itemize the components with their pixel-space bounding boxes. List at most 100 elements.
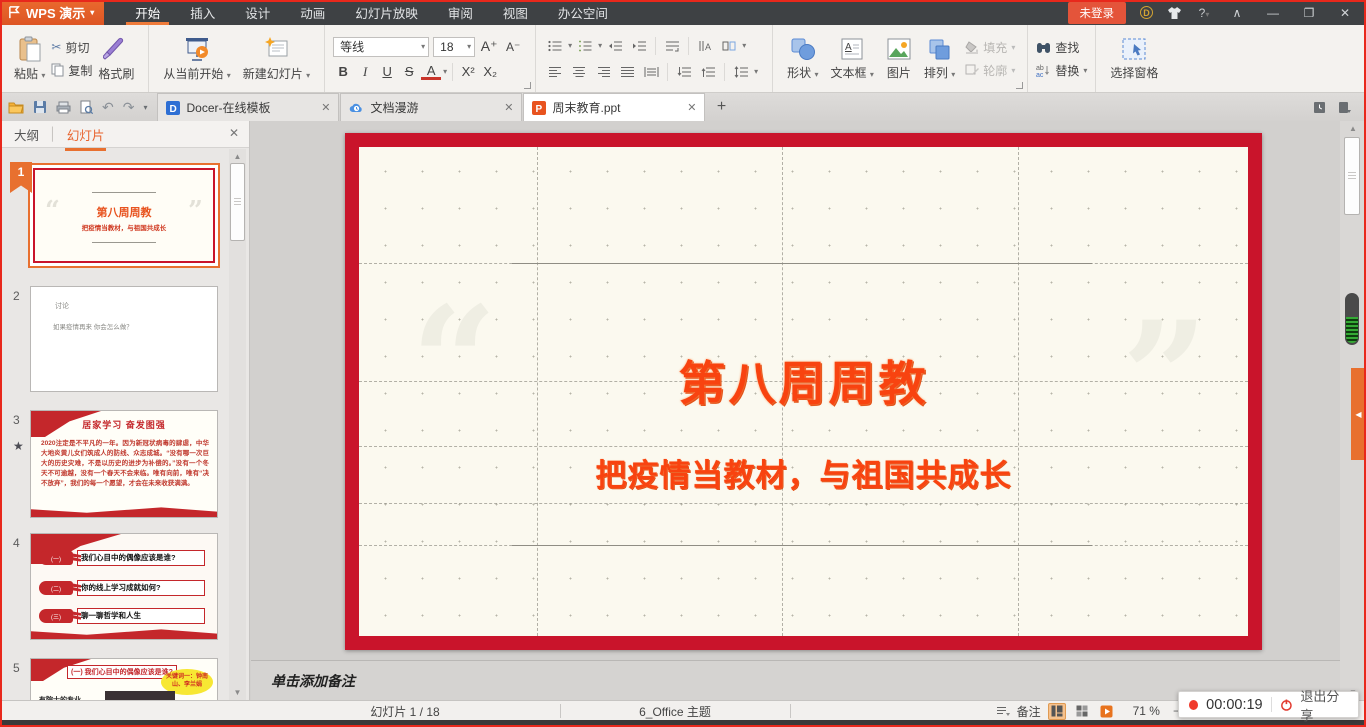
notes-toggle-icon[interactable] [996, 706, 1010, 717]
slide-thumbnail-3[interactable]: 居家学习 奋发图强 2020注定是不平凡的一年。因为新冠状病毒的肆虐，中华大地炎… [30, 410, 218, 518]
notes-pane[interactable]: 单击添加备注 [251, 660, 1340, 700]
tab-office-space[interactable]: 办公空间 [543, 0, 623, 25]
slide-thumbnail-2[interactable]: 讨论 如果疫情再来 你会怎么做？ [30, 286, 218, 392]
print-preview-icon[interactable] [80, 100, 93, 114]
shrink-font-button[interactable]: A⁻ [503, 38, 523, 56]
play-from-current-button[interactable]: 从当前开始 ▾ [157, 29, 236, 89]
doc-tab-weekend-education[interactable]: P 周末教育.ppt✕ [523, 93, 705, 121]
slide-subtitle[interactable]: 把疫情当教材，与祖国共成长 [359, 450, 1248, 495]
new-slide-button[interactable]: 新建幻灯片 ▾ [237, 29, 316, 89]
close-tab-icon[interactable]: ✕ [321, 101, 330, 114]
decrease-indent-button[interactable] [604, 38, 626, 54]
tab-animation[interactable]: 动画 [285, 0, 340, 25]
selection-pane-button[interactable]: 选择窗格 [1104, 29, 1164, 89]
history-icon[interactable] [1313, 101, 1326, 114]
tab-slideshow[interactable]: 幻灯片放映 [340, 0, 433, 25]
undo-icon[interactable]: ↶ [102, 99, 114, 116]
slide-thumbnail-1[interactable]: “ ” 第八周周教 把疫情当教材，与祖国共成长 [28, 163, 220, 268]
drawing-dialog-launcher-icon[interactable] [1016, 82, 1023, 89]
columns-button[interactable] [718, 38, 740, 54]
line-break-button[interactable] [661, 38, 683, 54]
tab-insert[interactable]: 插入 [175, 0, 230, 25]
grow-font-button[interactable]: A⁺ [479, 38, 499, 56]
tab-review[interactable]: 审阅 [433, 0, 488, 25]
copy-button[interactable]: 复制 [51, 62, 92, 79]
arrange-button[interactable]: 排列 ▾ [918, 29, 961, 89]
print-icon[interactable] [56, 101, 71, 114]
numbered-list-button[interactable] [574, 38, 596, 54]
strikethrough-button[interactable]: S [399, 63, 419, 81]
cut-button[interactable]: ✂剪切 [51, 39, 92, 56]
replace-button[interactable]: abac 替换▾ [1036, 62, 1087, 79]
normal-view-button[interactable] [1048, 703, 1066, 720]
slide-title[interactable]: 第八周周教 [359, 345, 1248, 414]
login-button[interactable]: 未登录 [1068, 2, 1127, 24]
slide-sorter-view-button[interactable] [1073, 703, 1091, 720]
collapse-ribbon-icon[interactable]: ∧ [1226, 6, 1248, 20]
subscript-button[interactable]: X₂ [480, 63, 500, 81]
tab-design[interactable]: 设计 [230, 0, 285, 25]
doc-tab-docer[interactable]: D Docer-在线模板✕ [157, 93, 339, 121]
format-painter-button[interactable]: 格式刷 [92, 29, 140, 89]
slide-canvas[interactable]: “ ” 第八周周教 把疫情当教材，与祖国共成长 [251, 121, 1340, 660]
skin-icon[interactable] [1167, 6, 1182, 20]
increase-indent-button[interactable] [628, 38, 650, 54]
slide-thumbnail-4[interactable]: (一) 我们心目中的偶像应该是谁? (二) 你的线上学习成就如何? (三) 聊一… [30, 533, 218, 640]
align-left-button[interactable] [544, 64, 566, 80]
picture-button[interactable]: 图片 [880, 29, 918, 89]
scrollbar-thumb[interactable] [1344, 137, 1360, 215]
slideshow-view-button[interactable] [1098, 703, 1116, 720]
minimize-button[interactable]: — [1262, 6, 1284, 20]
redo-icon[interactable]: ↷ [123, 99, 135, 116]
align-right-button[interactable] [592, 64, 614, 80]
share-toolbar-grip[interactable] [1345, 293, 1359, 345]
shapes-button[interactable]: 形状 ▾ [781, 29, 824, 89]
distribute-button[interactable] [640, 64, 662, 80]
save-icon[interactable] [33, 100, 47, 114]
close-panel-icon[interactable]: ✕ [229, 126, 239, 140]
bullet-list-button[interactable] [544, 38, 566, 54]
text-direction-button[interactable]: A [694, 38, 716, 54]
justify-button[interactable] [616, 64, 638, 80]
tab-list-icon[interactable] [1338, 101, 1352, 114]
scroll-up-icon[interactable]: ▲ [1340, 124, 1366, 133]
close-tab-icon[interactable]: ✕ [687, 101, 696, 114]
fill-button[interactable]: 填充▾ [965, 39, 1015, 56]
current-slide[interactable]: “ ” 第八周周教 把疫情当教材，与祖国共成长 [345, 133, 1262, 650]
new-tab-button[interactable]: + [706, 93, 736, 121]
restore-button[interactable]: ❐ [1298, 6, 1320, 20]
collapsed-panel-tab[interactable]: ◀ [1351, 368, 1366, 460]
align-center-button[interactable] [568, 64, 590, 80]
font-size-select[interactable]: 18▾ [433, 37, 475, 57]
close-button[interactable]: ✕ [1334, 6, 1356, 20]
tab-home[interactable]: 开始 [120, 0, 175, 25]
notes-placeholder[interactable]: 单击添加备注 [271, 671, 355, 691]
textbox-button[interactable]: A 文本框 ▾ [825, 29, 880, 89]
space-before-button[interactable] [673, 64, 695, 80]
exit-share-button[interactable]: 退出分享 [1300, 686, 1348, 724]
bold-button[interactable]: B [333, 63, 353, 81]
font-color-button[interactable]: A [421, 64, 441, 80]
promotion-icon[interactable]: D [1140, 6, 1153, 19]
slides-tab[interactable]: 幻灯片 [67, 125, 105, 144]
superscript-button[interactable]: X² [458, 63, 478, 81]
italic-button[interactable]: I [355, 63, 375, 81]
paste-button[interactable]: 粘贴 ▾ [8, 29, 51, 89]
zoom-level[interactable]: 71 % [1133, 704, 1160, 718]
main-scrollbar[interactable]: ▲ ◀ ▼ [1340, 121, 1366, 700]
outline-button[interactable]: 轮廓▾ [965, 62, 1015, 79]
help-icon[interactable]: ?▾ [1196, 6, 1212, 20]
scroll-down-icon[interactable]: ▼ [229, 688, 246, 697]
font-family-select[interactable]: 等线▾ [333, 37, 429, 57]
panel-scrollbar[interactable]: ▲ ▼ [229, 149, 246, 700]
open-folder-icon[interactable] [8, 101, 24, 114]
quick-access-dropdown-icon[interactable]: ▾ [143, 103, 147, 112]
space-after-button[interactable] [697, 64, 719, 80]
underline-button[interactable]: U [377, 63, 397, 81]
tab-view[interactable]: 视图 [488, 0, 543, 25]
doc-tab-roaming[interactable]: 文档漫游✕ [340, 93, 522, 121]
wps-logo-menu[interactable]: WPS 演示 ▾ [0, 0, 104, 25]
scrollbar-thumb[interactable] [230, 163, 245, 241]
find-button[interactable]: 查找 [1036, 39, 1087, 56]
notes-toggle-label[interactable]: 备注 [1017, 703, 1041, 720]
